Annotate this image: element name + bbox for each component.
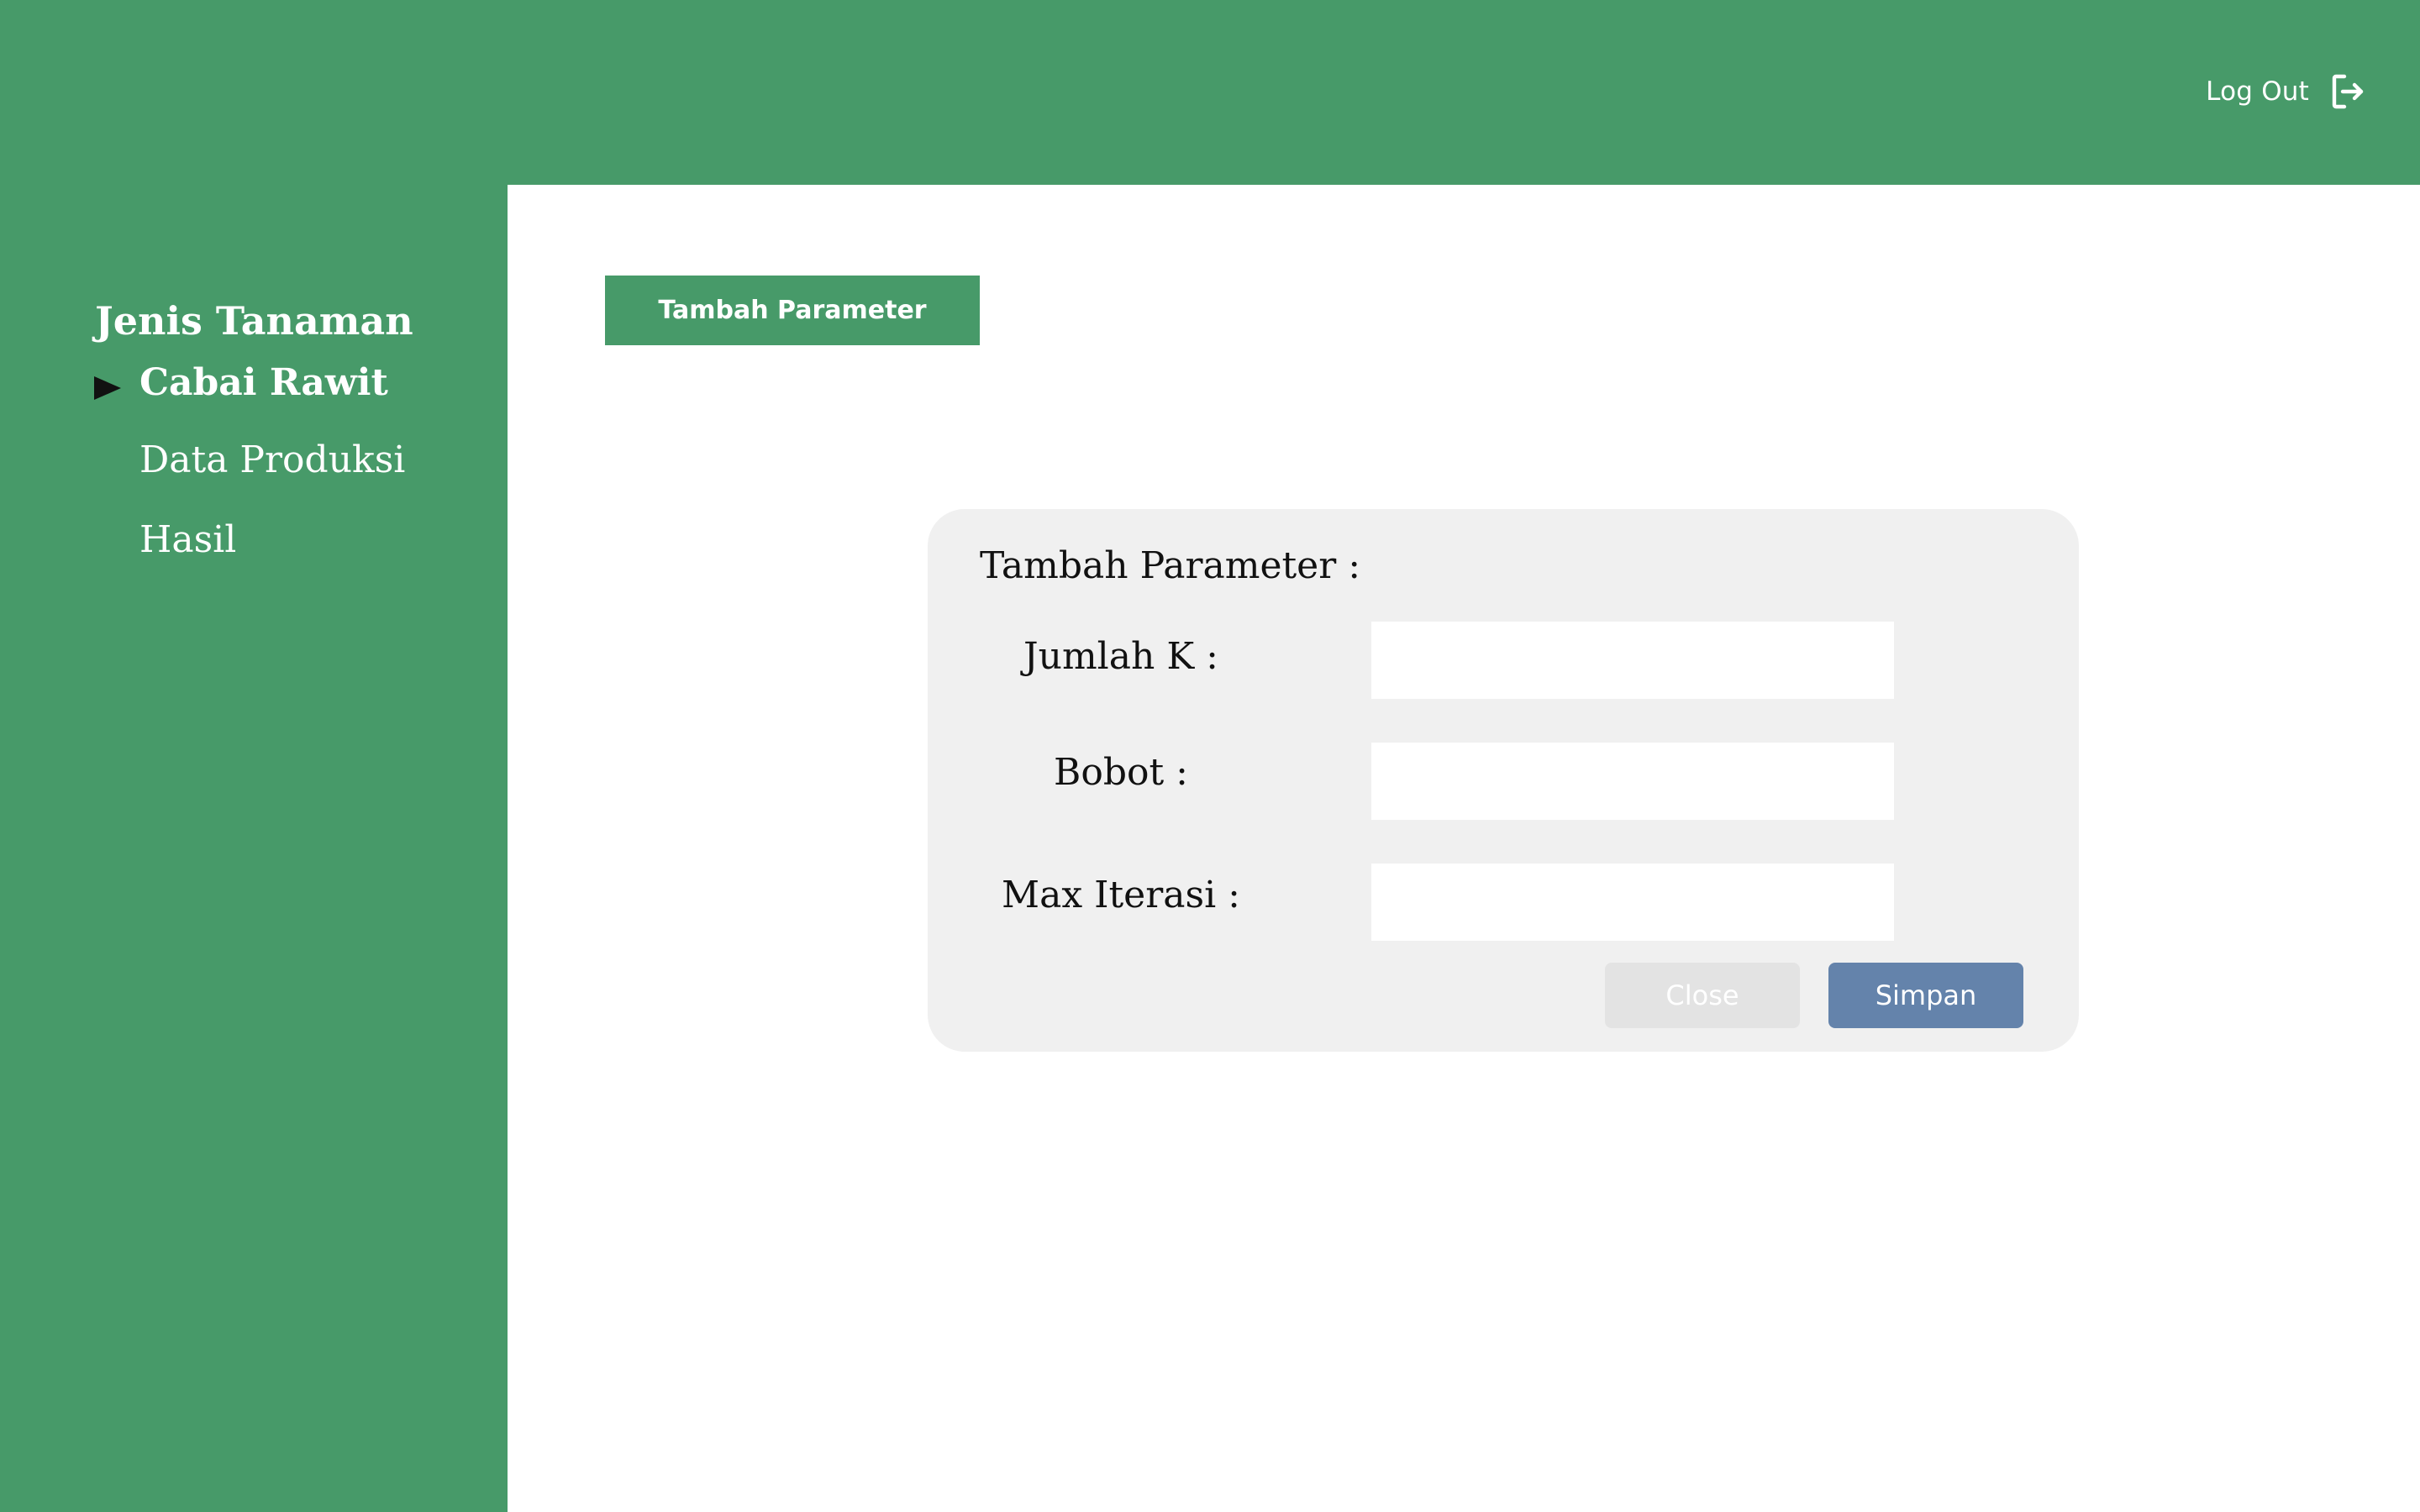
jumlah-k-input[interactable]: [1371, 622, 1894, 699]
max-iterasi-label: Max Iterasi :: [1002, 874, 1240, 916]
active-indicator-icon: [94, 376, 121, 400]
logout-button[interactable]: Log Out: [2206, 71, 2368, 113]
simpan-button[interactable]: Simpan: [1828, 963, 2023, 1028]
sidebar-item-data-produksi[interactable]: Data Produksi: [139, 438, 405, 481]
tambah-parameter-modal: Tambah Parameter : Jumlah K : Bobot : Ma…: [928, 509, 2079, 1052]
tambah-parameter-button[interactable]: Tambah Parameter: [605, 276, 980, 345]
sidebar-item-hasil[interactable]: Hasil: [139, 518, 236, 561]
jumlah-k-label: Jumlah K :: [1023, 635, 1218, 678]
logout-label: Log Out: [2206, 76, 2309, 107]
close-button[interactable]: Close: [1605, 963, 1800, 1028]
max-iterasi-input[interactable]: [1371, 864, 1894, 941]
top-bar: Log Out: [0, 0, 2420, 185]
sidebar-item-cabai-rawit[interactable]: Cabai Rawit: [139, 361, 388, 404]
logout-icon: [2332, 74, 2364, 109]
sidebar-heading: Jenis Tanaman: [95, 298, 413, 344]
bobot-input[interactable]: [1371, 743, 1894, 820]
bobot-label: Bobot :: [1054, 751, 1188, 794]
modal-title: Tambah Parameter :: [980, 544, 1361, 587]
